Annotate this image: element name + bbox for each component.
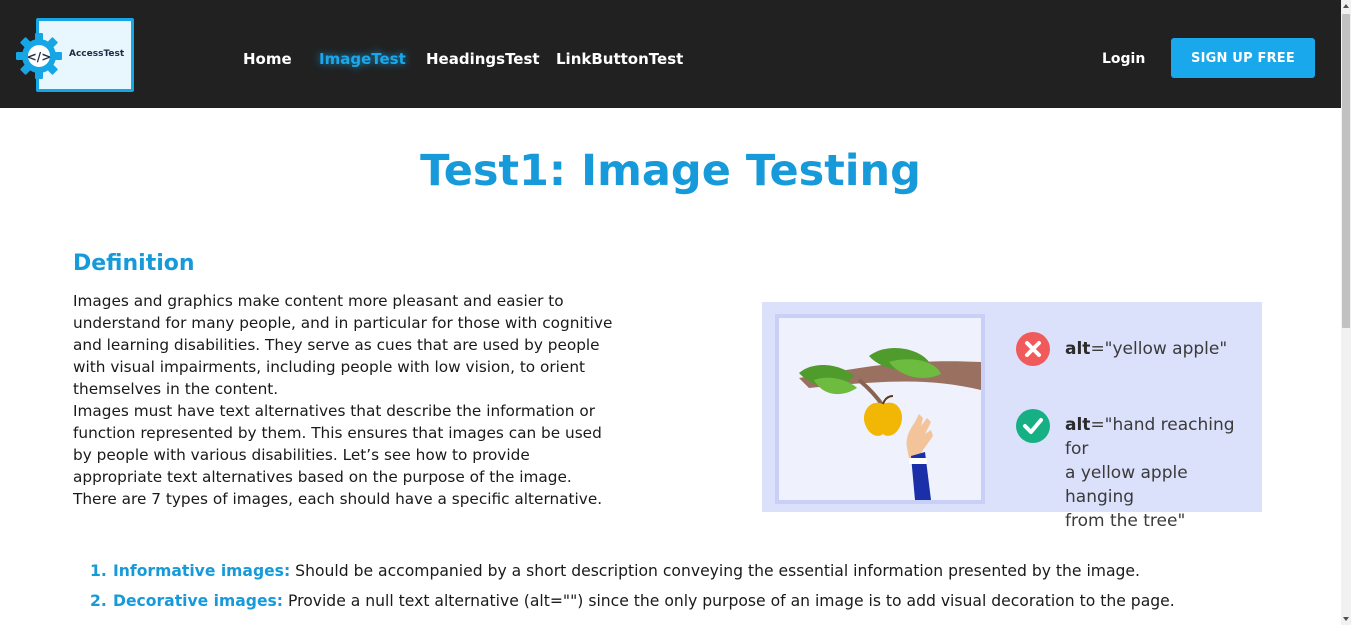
correct-check-icon: [1016, 409, 1050, 443]
definition-heading: Definition: [73, 251, 195, 276]
apple-tree-picture: [775, 314, 985, 504]
nav-imagetest[interactable]: ImageTest: [319, 50, 406, 68]
good-alt-line: from the tree": [1065, 511, 1186, 531]
alt-keyword: alt: [1065, 415, 1091, 435]
list-description: Provide a null text alternative (alt="")…: [283, 592, 1175, 610]
nav-linkbuttontest[interactable]: LinkButtonTest: [556, 50, 683, 68]
nav-headingstest[interactable]: HeadingsTest: [426, 50, 540, 68]
nav-home[interactable]: Home: [243, 50, 292, 68]
definition-paragraph: Images must have text alternatives that …: [73, 402, 603, 508]
list-item: 2. Decorative images: Provide a null text…: [90, 590, 1175, 620]
scroll-up-arrow-icon[interactable]: [1341, 0, 1351, 12]
alt-keyword: alt: [1065, 339, 1091, 359]
list-item: 1. Informative images: Should be accompan…: [90, 560, 1175, 590]
svg-text:</>: </>: [27, 50, 52, 64]
good-alt-example: alt="hand reaching for a yellow apple ha…: [1065, 413, 1262, 533]
logo-text: AccessTest: [69, 49, 125, 59]
gear-code-icon: </>: [16, 33, 62, 79]
image-types-list: 1. Informative images: Should be accompan…: [90, 560, 1175, 620]
apple-tree-drawing: [799, 348, 981, 500]
page-title: Test1: Image Testing: [420, 146, 921, 196]
signup-button[interactable]: SIGN UP FREE: [1171, 38, 1315, 78]
bad-alt-example: alt="yellow apple": [1065, 337, 1227, 361]
definition-text: Images and graphics make content more pl…: [73, 290, 613, 510]
top-navbar: </> AccessTest Home ImageTest HeadingsTe…: [0, 0, 1341, 108]
list-number: 1.: [90, 562, 107, 580]
vertical-scrollbar[interactable]: [1341, 0, 1351, 625]
login-link[interactable]: Login: [1102, 51, 1145, 67]
list-term: Informative images:: [113, 562, 291, 580]
definition-paragraph: Images and graphics make content more pl…: [73, 292, 613, 398]
alt-text-illustration: alt="yellow apple" alt="hand reaching fo…: [762, 302, 1262, 531]
list-term: Decorative images:: [113, 592, 284, 610]
incorrect-x-icon: [1016, 332, 1050, 366]
scroll-thumb[interactable]: [1342, 14, 1350, 328]
bad-alt-value: ="yellow apple": [1090, 339, 1228, 359]
list-number: 2.: [90, 592, 107, 610]
accesstest-logo[interactable]: </> AccessTest: [14, 17, 134, 92]
good-alt-line: a yellow apple hanging: [1065, 463, 1188, 507]
good-alt-line: ="hand reaching for: [1065, 415, 1235, 459]
scroll-down-arrow-icon[interactable]: [1341, 613, 1351, 625]
list-description: Should be accompanied by a short descrip…: [290, 562, 1140, 580]
